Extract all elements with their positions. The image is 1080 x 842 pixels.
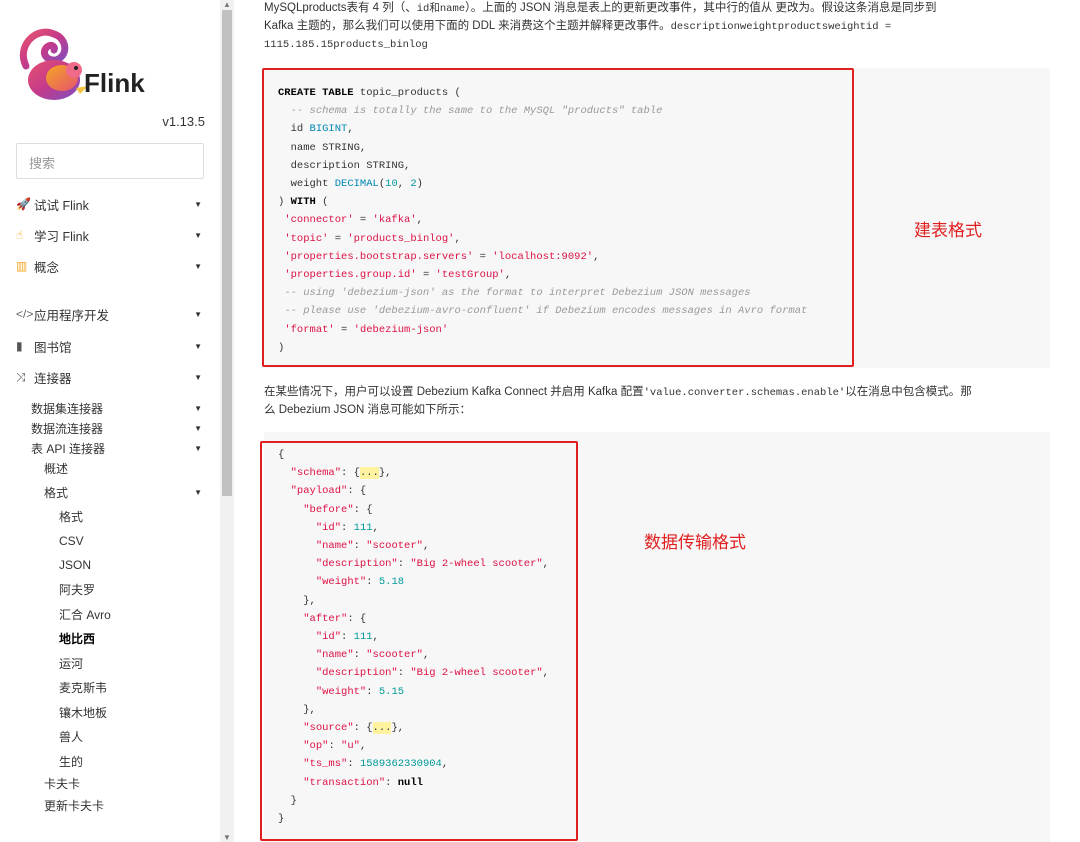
chevron-down-icon: ▼ xyxy=(194,199,202,209)
chevron-down-icon: ▼ xyxy=(194,309,202,319)
inline-code: 'value.converter.schemas.enable' xyxy=(643,387,846,399)
ddl-highlight-box xyxy=(262,68,854,367)
nav-item-label: 概述 xyxy=(44,461,69,476)
nav-item-label: CSV xyxy=(59,533,84,548)
nav-item[interactable]: 地比西 xyxy=(59,629,206,649)
nav-item[interactable]: ▥ 概念 ▼ xyxy=(16,256,206,276)
nav-item[interactable]: 阿夫罗 xyxy=(59,580,206,600)
nav-item-label: 学习 Flink xyxy=(34,229,89,244)
schema-paragraph: 在某些情况下，用户可以设置 Debezium Kafka Connect 并启用… xyxy=(264,384,1054,419)
nav-item-label: 数据集连接器 xyxy=(31,401,104,416)
nav-item-label: 格式 xyxy=(59,509,84,524)
inline-code: 1115.185.15products_binlog xyxy=(264,39,428,51)
search-input[interactable]: 搜索 xyxy=(16,143,204,179)
nav-item[interactable]: 镶木地板 xyxy=(59,702,206,722)
nav-item[interactable]: 兽人 xyxy=(59,727,206,747)
inline-code: descriptionweightproductsweightid = xyxy=(670,21,892,33)
nav-item[interactable]: JSON xyxy=(59,555,206,575)
nav-item[interactable]: </> 应用程序开发 ▼ xyxy=(16,304,206,324)
nav-item-label: 生的 xyxy=(59,754,84,769)
nav-item[interactable]: 🚀 试试 Flink ▼ xyxy=(16,194,206,214)
chevron-down-icon: ▼ xyxy=(194,261,202,271)
nav-item[interactable]: 汇合 Avro xyxy=(59,604,206,624)
chevron-down-icon: ▼ xyxy=(194,423,202,433)
nav-item[interactable]: ▮ 图书馆 ▼ xyxy=(16,336,206,356)
nav-item-label: JSON xyxy=(59,558,92,572)
para-text: 么 Debezium JSON 消息可能如下所示： xyxy=(264,404,472,416)
chevron-down-icon: ▼ xyxy=(194,487,202,497)
nav-item-label: 连接器 xyxy=(34,371,72,386)
version-label: v1.13.5 xyxy=(162,114,205,129)
nav-item[interactable]: 格式 xyxy=(59,506,206,526)
nav-item[interactable]: 数据集连接器 ▼ xyxy=(31,398,206,418)
nav-item-label: 兽人 xyxy=(59,730,84,744)
nav-item[interactable]: 麦克斯韦 xyxy=(59,678,206,698)
shuffle-icon: ⤨ xyxy=(16,369,26,384)
nav-item-label: 试试 Flink xyxy=(34,198,89,213)
inline-code: id和name xyxy=(416,3,466,15)
chevron-down-icon: ▼ xyxy=(194,443,202,453)
hand-icon: ☝ xyxy=(16,228,24,242)
nav-item-label: 阿夫罗 xyxy=(59,583,96,597)
chevron-down-icon: ▼ xyxy=(194,372,202,382)
nav-item[interactable]: 概述 xyxy=(44,458,206,478)
map-icon: ▥ xyxy=(16,259,28,273)
nav-item-label: 镶木地板 xyxy=(59,705,108,720)
intro-text: Kafka 主题的，那么我们可以使用下面的 DDL 来消费这个主题并解释更改事件… xyxy=(264,20,671,32)
chevron-down-icon: ▼ xyxy=(194,341,202,351)
nav-item[interactable]: ⤨ 连接器 ▼ xyxy=(16,367,206,387)
nav-item-label: 图书馆 xyxy=(34,340,72,355)
flink-logo[interactable]: Flink xyxy=(16,26,156,106)
sidebar-scrollbar[interactable]: ▲ ▼ xyxy=(220,0,234,842)
chevron-down-icon: ▼ xyxy=(194,230,202,240)
nav-item-label: 概念 xyxy=(34,260,60,275)
json-annotation: 数据传输格式 xyxy=(644,533,746,553)
rocket-icon: 🚀 xyxy=(16,197,31,211)
para-text: 在某些情况下，用户可以设置 Debezium Kafka Connect 并启用… xyxy=(264,386,644,398)
intro-text: ）。上面的 JSON 消息是表上的更新更改事件，其中行的值从 更改为。假设这条消… xyxy=(465,2,937,14)
nav-item[interactable]: 更新卡夫卡 xyxy=(44,796,206,816)
para-text: 以在消息中包含模式。那 xyxy=(845,386,972,398)
intro-text: MySQLproducts表有 4 列（、 xyxy=(264,2,417,14)
nav-item-label: 应用程序开发 xyxy=(34,308,110,323)
nav-item-label: 运河 xyxy=(59,656,84,671)
nav-item[interactable]: 卡夫卡 xyxy=(44,774,206,794)
nav-item-label: 汇合 Avro xyxy=(59,607,111,622)
code-icon: </> xyxy=(16,307,34,321)
json-highlight-box xyxy=(260,441,578,841)
nav-item[interactable]: ☝ 学习 Flink ▼ xyxy=(16,225,206,245)
nav-item[interactable]: 格式 ▼ xyxy=(44,482,206,502)
nav-item-label: 格式 xyxy=(44,485,69,500)
nav-item[interactable]: 运河 xyxy=(59,653,206,673)
nav-item-label: 表 API 连接器 xyxy=(31,441,106,456)
ddl-annotation: 建表格式 xyxy=(914,221,982,241)
nav-item-label: 地比西 xyxy=(59,632,96,646)
chevron-down-icon: ▼ xyxy=(194,403,202,413)
scrollbar-thumb[interactable] xyxy=(222,10,232,496)
intro-paragraph: MySQLproducts表有 4 列（、id和name）。上面的 JSON 消… xyxy=(264,0,1054,54)
brand-name: Flink xyxy=(84,68,145,98)
scroll-down-icon[interactable]: ▼ xyxy=(223,833,231,842)
sidebar: Flink v1.13.5 搜索 🚀 试试 Flink ▼ ☝ 学习 Flink ▼ ▥ 概念… xyxy=(0,0,220,842)
nav-item-label: 数据流连接器 xyxy=(31,421,104,436)
nav-item-label: 更新卡夫卡 xyxy=(44,799,105,813)
nav-item[interactable]: 表 API 连接器 ▼ xyxy=(31,438,206,458)
nav-item-label: 卡夫卡 xyxy=(44,777,81,791)
nav-item-label: 麦克斯韦 xyxy=(59,681,108,695)
nav-item[interactable]: 生的 xyxy=(59,751,206,771)
scroll-up-icon[interactable]: ▲ xyxy=(223,0,231,9)
nav-item[interactable]: 数据流连接器 ▼ xyxy=(31,418,206,438)
nav-item[interactable]: CSV xyxy=(59,531,206,551)
book-icon: ▮ xyxy=(16,339,23,353)
